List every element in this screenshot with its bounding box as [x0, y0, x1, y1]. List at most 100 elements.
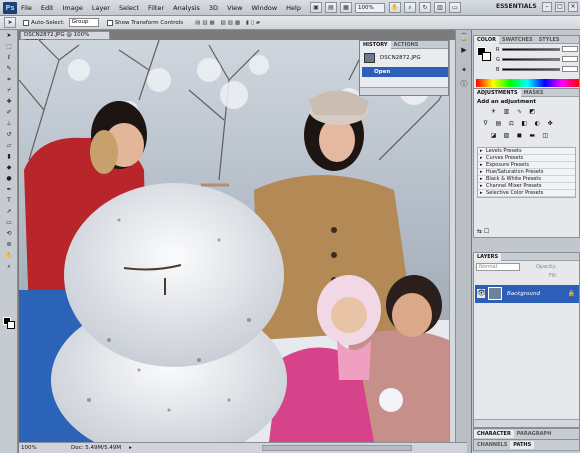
workspace-switcher[interactable]: ESSENTIALS	[496, 3, 537, 10]
menu-analysis[interactable]: Analysis	[173, 4, 200, 12]
brush-tool-icon[interactable]: ✐	[3, 108, 15, 118]
tab-styles[interactable]: STYLES	[536, 37, 563, 43]
green-slider[interactable]	[502, 58, 560, 61]
3d-orbit-tool-icon[interactable]: ⊚	[3, 240, 15, 250]
shape-tool-icon[interactable]: ▭	[3, 218, 15, 228]
menu-edit[interactable]: Edit	[41, 4, 54, 12]
preset-exposure[interactable]: Exposure Presets	[478, 162, 575, 169]
background-color-box[interactable]	[482, 52, 491, 61]
document-tab[interactable]: DSCN2872.JPG @ 100% (RGB/8)	[20, 31, 110, 45]
menu-file[interactable]: File	[21, 4, 32, 12]
close-icon[interactable]: ×	[568, 2, 578, 12]
gradient-tool-icon[interactable]: ▮	[3, 152, 15, 162]
menu-window[interactable]: Window	[252, 4, 278, 12]
move-tool-icon[interactable]: ➤	[3, 31, 15, 41]
hand-tool-icon[interactable]: ✋	[3, 251, 15, 261]
menu-3d[interactable]: 3D	[209, 4, 218, 12]
preset-levels[interactable]: Levels Presets	[478, 148, 575, 155]
menu-select[interactable]: Select	[119, 4, 139, 12]
tab-history[interactable]: HISTORY	[360, 40, 391, 49]
pen-tool-icon[interactable]: ✒	[3, 185, 15, 195]
layer-thumbnail[interactable]	[488, 287, 502, 300]
threshold-icon[interactable]: ◼	[515, 132, 524, 140]
channel-mixer-icon[interactable]: ✤	[546, 120, 555, 128]
blue-slider[interactable]	[502, 68, 560, 71]
status-zoom[interactable]: 100%	[19, 445, 41, 451]
exposure-icon[interactable]: ◩	[528, 108, 537, 116]
hue-saturation-icon[interactable]: ▤	[494, 120, 503, 128]
gradient-map-icon[interactable]: ▬	[528, 132, 537, 140]
status-arrow-icon[interactable]: ▸	[129, 445, 132, 451]
healing-tool-icon[interactable]: ✚	[3, 97, 15, 107]
preset-hue-saturation[interactable]: Hue/Saturation Presets	[478, 169, 575, 176]
type-tool-icon[interactable]: T	[3, 196, 15, 206]
red-value-field[interactable]	[562, 46, 578, 52]
blend-mode-dropdown[interactable]: Normal	[476, 263, 520, 271]
tab-layers[interactable]: LAYERS	[474, 252, 502, 261]
color-spectrum-bar[interactable]	[476, 79, 579, 87]
layer-background[interactable]: 👁 Background 🔒	[475, 285, 579, 303]
green-value-field[interactable]	[562, 56, 578, 62]
marquee-tool-icon[interactable]: ⬚	[3, 42, 15, 52]
black-white-icon[interactable]: ◧	[520, 120, 529, 128]
actions-panel-icon[interactable]: ▶	[458, 46, 470, 56]
tab-paragraph[interactable]: PARAGRAPH	[514, 431, 554, 437]
lasso-tool-icon[interactable]: ℓ	[3, 53, 15, 63]
brightness-icon[interactable]: ☀	[489, 108, 498, 116]
background-color-swatch[interactable]	[7, 321, 15, 329]
3d-rotate-tool-icon[interactable]: ⟲	[3, 229, 15, 239]
adjustments-footer-icons[interactable]: ⇆ ☐	[477, 228, 489, 235]
rotate-view-icon[interactable]: ↻	[418, 2, 431, 13]
history-brush-tool-icon[interactable]: ↺	[3, 130, 15, 140]
zoom-dropdown[interactable]: 100%	[354, 2, 385, 13]
preset-black-white[interactable]: Black & White Presets	[478, 176, 575, 183]
menu-filter[interactable]: Filter	[148, 4, 164, 12]
menu-view[interactable]: View	[227, 4, 242, 12]
eraser-tool-icon[interactable]: ▱	[3, 141, 15, 151]
tab-adjustments[interactable]: ADJUSTMENTS	[474, 88, 521, 97]
red-slider[interactable]	[502, 48, 560, 51]
history-state-open[interactable]: Open	[362, 67, 448, 77]
preset-selective-color[interactable]: Selective Color Presets	[478, 190, 575, 197]
eyedropper-tool-icon[interactable]: ⌿	[3, 86, 15, 96]
hand-icon[interactable]: ✋	[388, 2, 401, 13]
menu-help[interactable]: Help	[286, 4, 301, 12]
blue-value-field[interactable]	[562, 66, 578, 72]
tab-channels[interactable]: CHANNELS	[474, 442, 510, 448]
layer-name[interactable]: Background	[507, 291, 540, 297]
menu-image[interactable]: Image	[62, 4, 82, 12]
transform-controls-checkbox[interactable]	[106, 19, 113, 26]
zoom-tool-icon[interactable]: ⌕	[3, 262, 15, 272]
auto-select-dropdown[interactable]: Group	[68, 18, 99, 27]
tab-swatches[interactable]: SWATCHES	[499, 37, 536, 43]
navigator-panel-icon[interactable]: ✦	[458, 66, 470, 76]
align-icons[interactable]: ▤▥▦ ▧▨▩ ▮▯▰	[195, 20, 262, 26]
selective-color-icon[interactable]: ◫	[541, 132, 550, 140]
preset-curves[interactable]: Curves Presets	[478, 155, 575, 162]
maximize-icon[interactable]: □	[555, 2, 565, 12]
mini-bridge-icon[interactable]: ▤	[324, 2, 337, 13]
auto-select-checkbox[interactable]	[23, 19, 29, 26]
preset-channel-mixer[interactable]: Channel Mixer Presets	[478, 183, 575, 190]
color-balance-icon[interactable]: ⚖	[507, 120, 516, 128]
dodge-tool-icon[interactable]: ●	[3, 174, 15, 184]
bridge-icon[interactable]: ▣	[309, 2, 322, 13]
path-select-tool-icon[interactable]: ➚	[3, 207, 15, 217]
invert-icon[interactable]: ◪	[489, 132, 498, 140]
horizontal-scrollbar[interactable]	[261, 445, 412, 451]
quick-select-tool-icon[interactable]: ✎	[3, 64, 15, 74]
photo-filter-icon[interactable]: ◐	[533, 120, 542, 128]
history-panel-icon[interactable]: ⌛	[458, 33, 470, 43]
crop-tool-icon[interactable]: ⌗	[3, 75, 15, 85]
tab-paths[interactable]: PATHS	[510, 441, 535, 449]
minimize-icon[interactable]: –	[542, 2, 552, 12]
tab-masks[interactable]: MASKS	[521, 90, 547, 96]
snapshot-thumbnail[interactable]	[364, 53, 375, 63]
move-tool-icon[interactable]: ➤	[4, 17, 16, 28]
curves-icon[interactable]: ∿	[515, 108, 524, 116]
posterize-icon[interactable]: ▨	[502, 132, 511, 140]
zoom-icon[interactable]: ⌕	[403, 2, 416, 13]
arrange-icon[interactable]: ▥	[433, 2, 446, 13]
clone-stamp-tool-icon[interactable]: ⊥	[3, 119, 15, 129]
info-panel-icon[interactable]: ⓘ	[458, 79, 470, 89]
